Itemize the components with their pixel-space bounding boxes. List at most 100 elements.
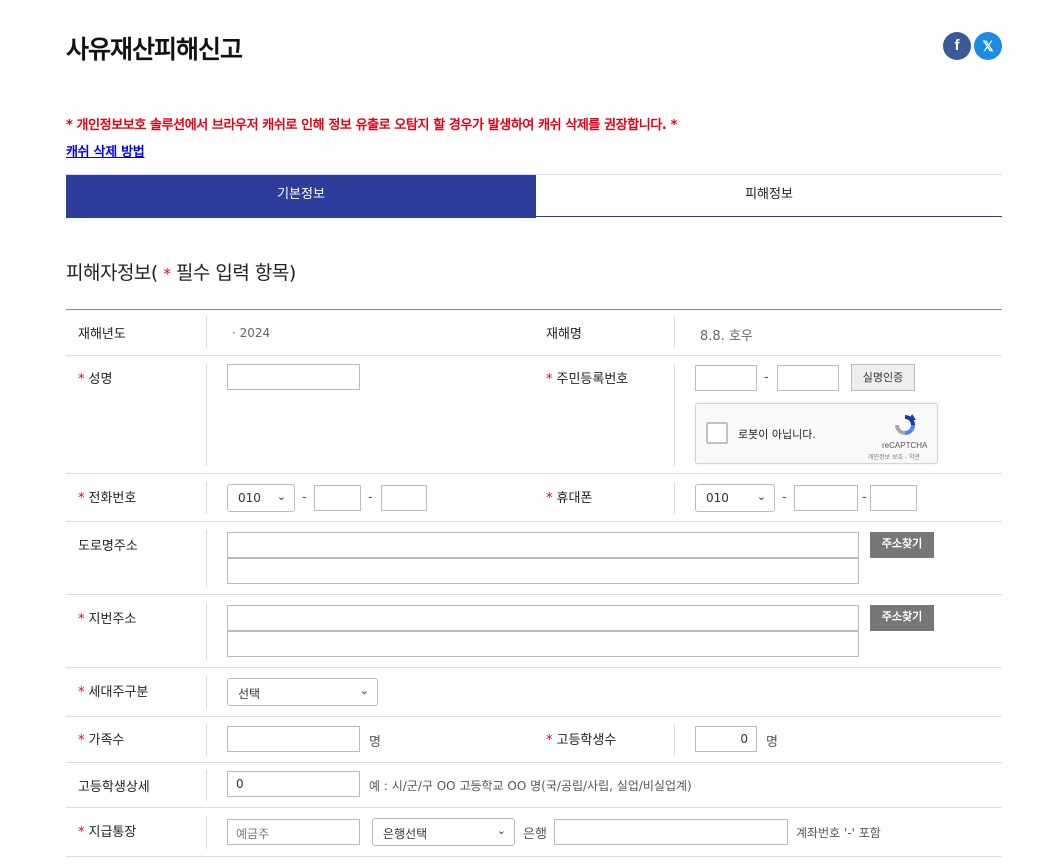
road-address-input[interactable] xyxy=(227,532,859,558)
hs-students-unit: 명 xyxy=(766,735,778,750)
tab-basic-info[interactable]: 기본정보 xyxy=(66,175,536,218)
bank-select-value: 은행선택 xyxy=(383,827,428,841)
required-mark: * xyxy=(78,825,85,840)
household-label-text: 세대주구분 xyxy=(88,685,149,700)
bank-select[interactable]: 은행선택 ⌄ xyxy=(372,818,515,846)
bank-label: 은행 xyxy=(523,827,547,842)
phone-last-input[interactable] xyxy=(381,485,427,511)
required-mark: * xyxy=(546,491,553,506)
required-mark: * xyxy=(78,491,85,506)
hs-students-label: * 고등학생수 xyxy=(546,729,616,748)
road-address-detail-input[interactable] xyxy=(227,558,859,584)
recaptcha-widget: 로봇이 아닙니다. reCAPTCHA 개인정보 보호 - 약관 xyxy=(695,403,938,464)
x-share-icon[interactable]: 𝕏 xyxy=(974,32,1002,60)
hs-students-input[interactable]: 0 xyxy=(695,726,757,752)
rrn-dash: - xyxy=(764,370,769,385)
page-title: 사유재산피해신고 xyxy=(66,35,243,64)
phone-middle-input[interactable] xyxy=(314,485,361,511)
chevron-down-icon: ⌄ xyxy=(276,490,286,503)
lot-address-label: * 지번주소 xyxy=(78,608,136,627)
divider xyxy=(206,364,207,466)
account-hint: 계좌번호 '-' 포함 xyxy=(796,826,881,840)
divider xyxy=(206,770,207,801)
phone-label-text: 전화번호 xyxy=(88,491,137,506)
household-label: * 세대주구분 xyxy=(78,681,148,700)
recaptcha-logo-icon xyxy=(895,414,916,435)
divider xyxy=(206,530,207,587)
account-label-text: 지급통장 xyxy=(88,825,137,840)
chevron-down-icon: ⌄ xyxy=(756,490,766,503)
household-select-value: 선택 xyxy=(238,687,261,701)
find-lot-address-button[interactable]: 주소찾기 xyxy=(870,605,934,631)
section-title-suffix: 필수 입력 항목) xyxy=(175,262,296,284)
rrn-label: * 주민등록번호 xyxy=(546,368,628,387)
mobile-label: * 휴대폰 xyxy=(546,487,592,506)
divider xyxy=(206,603,207,660)
disaster-value: 8.8. 호우 xyxy=(700,329,753,344)
recaptcha-brand: reCAPTCHA xyxy=(882,441,928,450)
account-number-input[interactable] xyxy=(554,819,788,845)
divider xyxy=(674,482,675,514)
cache-delete-link[interactable]: 캐쉬 삭제 방법 xyxy=(66,141,145,160)
mobile-prefix-value: 010 xyxy=(706,491,729,505)
name-label-text: 성명 xyxy=(88,372,113,387)
family-count-input[interactable] xyxy=(227,726,360,752)
year-value: · 2024 xyxy=(232,326,271,340)
form-row-family: * 가족수 명 * 고등학생수 0 명 xyxy=(66,717,1002,763)
divider xyxy=(674,364,675,466)
chevron-down-icon: ⌄ xyxy=(496,824,506,837)
required-mark: * xyxy=(78,612,85,627)
required-mark: * xyxy=(78,372,85,387)
find-road-address-button[interactable]: 주소찾기 xyxy=(870,532,934,558)
rrn-label-text: 주민등록번호 xyxy=(556,372,629,387)
form-row-household: * 세대주구분 선택 ⌄ xyxy=(66,668,1002,717)
required-mark: * xyxy=(78,733,85,748)
phone-dash: - xyxy=(302,490,307,505)
phone-dash: - xyxy=(368,490,373,505)
mobile-prefix-select[interactable]: 010 ⌄ xyxy=(695,484,775,512)
section-title: 피해자정보( * 필수 입력 항목) xyxy=(66,258,296,285)
lot-address-label-text: 지번주소 xyxy=(88,612,137,627)
name-label: * 성명 xyxy=(78,368,112,387)
tab-damage-info[interactable]: 피해정보 xyxy=(536,175,1002,218)
road-address-label: 도로명주소 xyxy=(78,539,138,554)
divider xyxy=(674,724,675,756)
lot-address-input[interactable] xyxy=(227,605,859,631)
mobile-middle-input[interactable] xyxy=(794,485,858,511)
recaptcha-terms[interactable]: 개인정보 보호 - 약관 xyxy=(868,452,920,461)
phone-prefix-select[interactable]: 010 ⌄ xyxy=(227,484,295,512)
account-label: * 지급통장 xyxy=(78,821,136,840)
rrn-back-input[interactable] xyxy=(777,365,839,391)
verify-name-button[interactable]: 실명인증 xyxy=(851,364,915,391)
name-input[interactable] xyxy=(227,364,360,390)
form-row-name: * 성명 * 주민등록번호 - 실명인증 로봇이 아닙니다. reCAPTCHA 개… xyxy=(66,356,1002,474)
required-mark: * xyxy=(546,372,553,387)
form-row-year: 재해년도 · 2024 재해명 8.8. 호우 xyxy=(66,310,1002,356)
divider xyxy=(206,482,207,514)
phone-label: * 전화번호 xyxy=(78,487,136,506)
lot-address-detail-input[interactable] xyxy=(227,631,859,657)
divider xyxy=(206,724,207,756)
rrn-front-input[interactable] xyxy=(695,365,757,391)
hs-detail-input[interactable]: 0 xyxy=(227,771,360,797)
mobile-dash: - xyxy=(862,490,867,505)
mobile-last-input[interactable] xyxy=(870,485,917,511)
divider xyxy=(206,676,207,709)
mobile-dash: - xyxy=(782,490,787,505)
recaptcha-text: 로봇이 아닙니다. xyxy=(738,428,816,441)
victim-info-form: 재해년도 · 2024 재해명 8.8. 호우 * 성명 * 주민등록번호 - 실명… xyxy=(66,309,1002,857)
phone-prefix-value: 010 xyxy=(238,491,261,505)
required-mark: * xyxy=(78,685,85,700)
section-title-prefix: 피해자정보( xyxy=(66,262,158,284)
form-row-lot-address: * 지번주소 주소찾기 xyxy=(66,595,1002,668)
household-select[interactable]: 선택 ⌄ xyxy=(227,678,378,706)
divider xyxy=(674,316,675,348)
form-row-road-address: 도로명주소 주소찾기 xyxy=(66,522,1002,595)
required-mark: * xyxy=(546,733,553,748)
facebook-share-icon[interactable]: f xyxy=(943,32,971,60)
hs-students-label-text: 고등학생수 xyxy=(556,733,617,748)
recaptcha-checkbox[interactable] xyxy=(706,422,728,444)
cache-notice: * 개인정보보호 솔루션에서 브라우저 캐쉬로 인해 정보 유출로 오탐지 할 … xyxy=(66,118,677,133)
account-holder-input[interactable]: 예금주 xyxy=(227,819,360,845)
divider xyxy=(206,316,207,348)
